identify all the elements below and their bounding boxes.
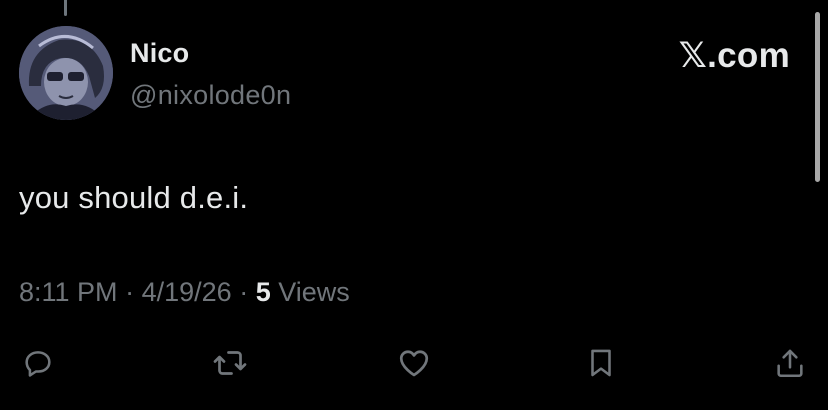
views-label: Views	[278, 277, 350, 307]
heart-icon	[399, 350, 429, 377]
meta-separator: ·	[239, 277, 249, 307]
tweet-action-bar	[0, 343, 828, 383]
reply-icon	[25, 351, 51, 377]
tweet-text: you should d.e.i.	[19, 180, 249, 215]
thread-connector-line	[64, 0, 67, 16]
scrollbar[interactable]	[815, 12, 820, 182]
tweet-metadata: 8:11 PM · 4/19/26 · 5 Views	[19, 277, 350, 308]
like-button[interactable]	[394, 343, 434, 383]
author-handle[interactable]: @nixolode0n	[130, 80, 291, 111]
tweet-date[interactable]: 4/19/26	[142, 277, 232, 307]
bookmark-button[interactable]	[581, 343, 621, 383]
retweet-icon	[213, 351, 247, 375]
avatar-image	[19, 26, 113, 120]
x-com-brand-label: 𝕏.com	[678, 36, 790, 75]
tweet-time[interactable]: 8:11 PM	[19, 277, 118, 307]
bookmark-icon	[591, 349, 611, 377]
avatar[interactable]	[19, 26, 113, 120]
meta-separator: ·	[125, 277, 135, 307]
author-display-name[interactable]: Nico	[130, 38, 189, 69]
share-icon	[777, 349, 803, 378]
share-button[interactable]	[770, 343, 810, 383]
views-count: 5	[255, 277, 271, 307]
reply-button[interactable]	[18, 343, 58, 383]
retweet-button[interactable]	[210, 343, 250, 383]
